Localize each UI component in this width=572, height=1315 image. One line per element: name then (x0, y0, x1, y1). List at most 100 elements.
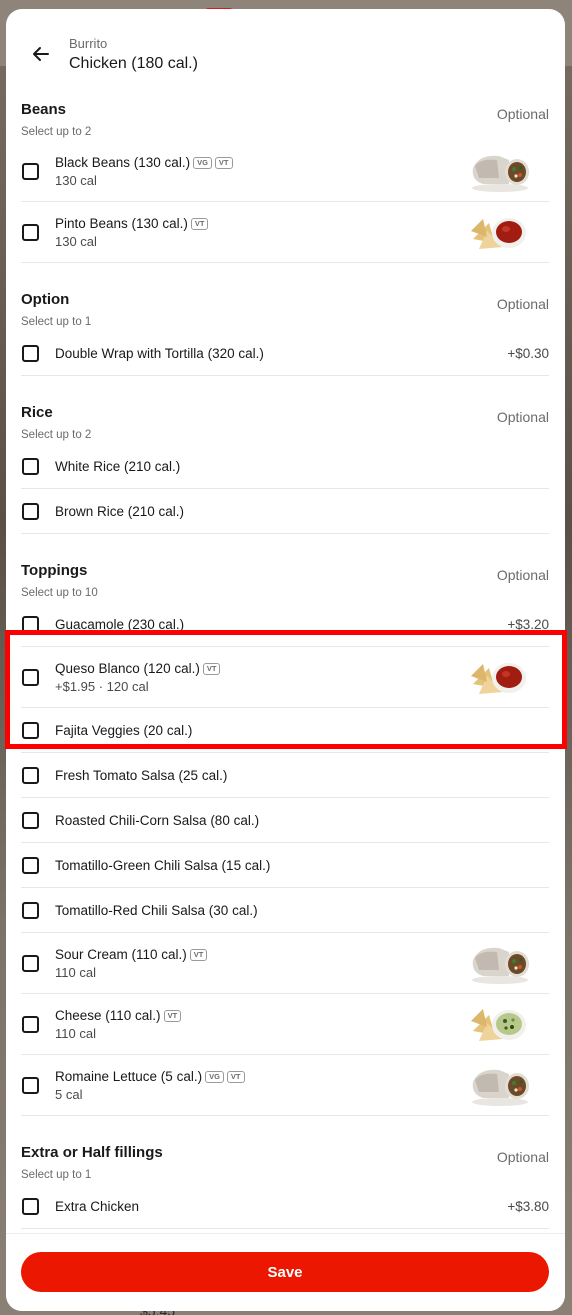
group-header: Toppings Select up to 10 Optional (21, 554, 549, 599)
option-meta: 5 cal (55, 1086, 83, 1102)
checkbox[interactable] (22, 1197, 39, 1215)
group-header: Option Select up to 1 Optional (21, 283, 549, 328)
checkbox[interactable] (22, 811, 39, 829)
checkbox[interactable] (22, 721, 39, 739)
option-meta: +$1.95 · 120 cal (55, 678, 149, 694)
optional-label: Optional (496, 296, 549, 312)
checkbox[interactable] (22, 223, 39, 241)
group-subtitle: Select up to 2 (21, 429, 92, 441)
option-label: Fajita Veggies (20 cal.) (55, 722, 193, 738)
option-row-fajita-veggies[interactable]: Fajita Veggies (20 cal.) (21, 708, 549, 753)
option-text: Pinto Beans (130 cal.) VT 130 cal (55, 215, 209, 249)
option-list: Black Beans (130 cal.) VG VT 130 cal Pinto B… (21, 141, 549, 263)
option-label-line: White Rice (210 cal.) (55, 459, 180, 474)
option-list: Guacamole (230 cal.) +$3.20 Queso Blanco (… (21, 602, 549, 1116)
option-row-extra-chicken[interactable]: Extra Chicken +$3.80 (21, 1184, 549, 1229)
option-text: White Rice (210 cal.) (55, 459, 180, 474)
option-label: Tomatillo-Green Chili Salsa (15 cal.) (55, 857, 271, 873)
checkbox[interactable] (22, 162, 39, 180)
option-label-line: Fresh Tomato Salsa (25 cal.) (55, 768, 227, 783)
option-row-tomatillo-red-chili-salsa[interactable]: Tomatillo-Red Chili Salsa (30 cal.) (21, 888, 549, 933)
option-row-queso-blanco[interactable]: Queso Blanco (120 cal.) VT +$1.95 · 120 ca… (21, 647, 549, 708)
option-text: Tomatillo-Green Chili Salsa (15 cal.) (55, 858, 270, 873)
option-row-fresh-tomato-salsa[interactable]: Fresh Tomato Salsa (25 cal.) (21, 753, 549, 798)
option-text: Extra Chicken (55, 1199, 139, 1214)
group-title: Rice (21, 404, 53, 421)
group-extra: Extra or Half fillings Select up to 1 Opti… (21, 1136, 549, 1229)
option-label: Tomatillo-Red Chili Salsa (30 cal.) (55, 902, 258, 918)
option-label: Roasted Chili-Corn Salsa (80 cal.) (55, 812, 260, 828)
option-text: Sour Cream (110 cal.) VT 110 cal (55, 946, 208, 980)
option-text: Guacamole (230 cal.) (55, 617, 184, 632)
checkbox[interactable] (22, 856, 39, 874)
option-label: Extra Chicken (55, 1198, 140, 1214)
option-label-line: Tomatillo-Red Chili Salsa (30 cal.) (55, 903, 258, 918)
checkbox[interactable] (22, 1076, 39, 1094)
option-row-black-beans[interactable]: Black Beans (130 cal.) VG VT 130 cal (21, 141, 549, 202)
option-label: White Rice (210 cal.) (55, 458, 181, 474)
save-button[interactable]: Save (21, 1252, 549, 1292)
option-text: Romaine Lettuce (5 cal.) VG VT 5 cal (55, 1069, 245, 1102)
option-label: Brown Rice (210 cal.) (55, 503, 185, 519)
checkbox[interactable] (22, 954, 39, 972)
diet-badge: VT (202, 662, 221, 675)
option-label: Queso Blanco (120 cal.) (55, 660, 200, 676)
option-row-guacamole[interactable]: Guacamole (230 cal.) +$3.20 (21, 602, 549, 647)
checkbox[interactable] (22, 502, 39, 520)
diet-badge: VT (190, 217, 209, 230)
option-row-sour-cream[interactable]: Sour Cream (110 cal.) VT 110 cal (21, 933, 549, 994)
checkbox[interactable] (22, 1015, 39, 1033)
option-label: Pinto Beans (130 cal.) (55, 215, 188, 231)
header-title: Chicken (180 cal.) (69, 55, 198, 72)
group-subtitle: Select up to 10 (21, 587, 98, 599)
chips-guac-image (469, 1001, 531, 1047)
option-list: Extra Chicken +$3.80 (21, 1184, 549, 1229)
item-options-modal: Burrito Chicken (180 cal.) Beans Select u… (6, 9, 565, 1311)
option-row-cheese[interactable]: Cheese (110 cal.) VT 110 cal (21, 994, 549, 1055)
option-row-brown-rice[interactable]: Brown Rice (210 cal.) (21, 489, 549, 534)
diet-badge: VT (189, 948, 208, 961)
option-meta: 110 cal (55, 964, 96, 980)
diet-badge: VT (226, 1070, 245, 1083)
option-label-line: Fajita Veggies (20 cal.) (55, 723, 192, 738)
option-text: Double Wrap with Tortilla (320 cal.) (55, 346, 264, 361)
checkbox[interactable] (22, 668, 39, 686)
option-text: Fresh Tomato Salsa (25 cal.) (55, 768, 227, 783)
group-subtitle: Select up to 2 (21, 126, 92, 138)
group-option: Option Select up to 1 Optional Double Wrap … (21, 283, 549, 376)
option-row-white-rice[interactable]: White Rice (210 cal.) (21, 444, 549, 489)
option-label-line: Sour Cream (110 cal.) VT (55, 946, 208, 962)
checkbox[interactable] (22, 615, 39, 633)
header-subtitle: Burrito (69, 36, 108, 51)
checkbox[interactable] (22, 344, 39, 362)
checkbox[interactable] (22, 457, 39, 475)
option-meta: 130 cal (55, 172, 97, 188)
option-row-roasted-chili-corn-salsa[interactable]: Roasted Chili-Corn Salsa (80 cal.) (21, 798, 549, 843)
option-text: Fajita Veggies (20 cal.) (55, 723, 192, 738)
burrito-image (469, 148, 531, 194)
back-button[interactable] (26, 39, 56, 69)
group-rice: Rice Select up to 2 Optional White Rice (21… (21, 396, 549, 534)
option-price: +$3.20 (507, 616, 549, 632)
option-label: Double Wrap with Tortilla (320 cal.) (55, 345, 264, 361)
burrito-image (469, 1062, 531, 1108)
option-label-line: Black Beans (130 cal.) VG VT (55, 155, 233, 170)
option-row-pinto-beans[interactable]: Pinto Beans (130 cal.) VT 130 cal (21, 202, 549, 263)
option-label: Sour Cream (110 cal.) (55, 946, 187, 962)
group-subtitle: Select up to 1 (21, 316, 92, 328)
optional-label: Optional (496, 567, 549, 583)
checkbox[interactable] (22, 901, 39, 919)
option-row-tomatillo-green-chili-salsa[interactable]: Tomatillo-Green Chili Salsa (15 cal.) (21, 843, 549, 888)
checkbox[interactable] (22, 766, 39, 784)
group-subtitle: Select up to 1 (21, 1169, 92, 1181)
option-price: +$0.30 (507, 345, 549, 361)
group-header: Extra or Half fillings Select up to 1 Opti… (21, 1136, 549, 1181)
option-row-double-wrap-with-tortilla[interactable]: Double Wrap with Tortilla (320 cal.) +$0.… (21, 331, 549, 376)
option-text: Tomatillo-Red Chili Salsa (30 cal.) (55, 903, 258, 918)
option-row-romaine-lettuce[interactable]: Romaine Lettuce (5 cal.) VG VT 5 cal (21, 1055, 549, 1116)
option-list: Double Wrap with Tortilla (320 cal.) +$0.… (21, 331, 549, 376)
option-text: Black Beans (130 cal.) VG VT 130 cal (55, 155, 233, 188)
option-label-line: Romaine Lettuce (5 cal.) VG VT (55, 1069, 245, 1084)
group-header: Beans Select up to 2 Optional (21, 93, 549, 138)
diet-badge: VT (163, 1009, 182, 1022)
